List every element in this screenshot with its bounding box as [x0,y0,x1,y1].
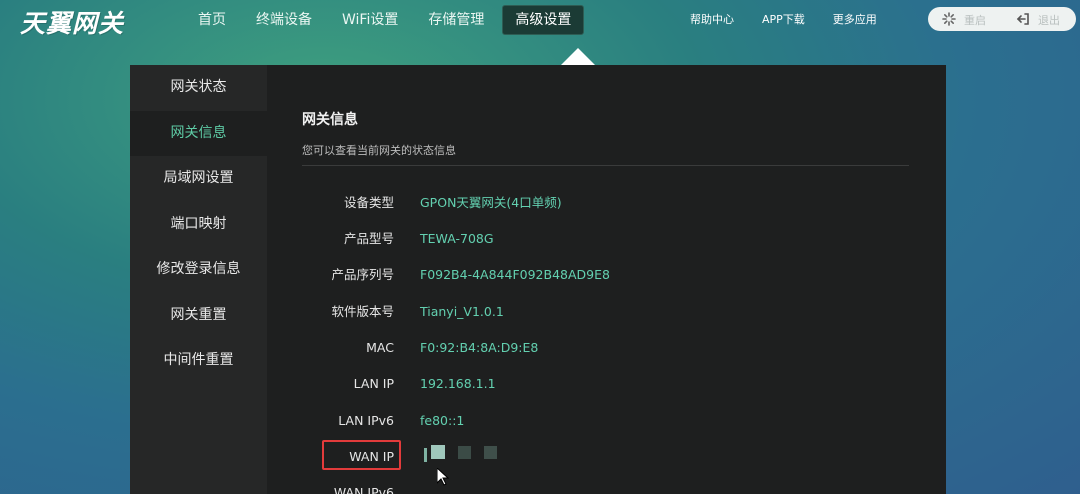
page-subtitle: 您可以查看当前网关的状态信息 [302,144,456,157]
nav-item-home[interactable]: 首页 [186,6,238,34]
sidebar-item-gateway-reset[interactable]: 网关重置 [130,293,267,339]
gateway-info-content: 网关信息 您可以查看当前网关的状态信息 设备类型 GPON天翼网关(4口单频) … [302,65,910,494]
main-nav: 首页 终端设备 WiFi设置 存储管理 高级设置 [186,5,590,35]
wan-ip-highlight-box [322,440,401,470]
page-title: 网关信息 [302,112,358,128]
redaction-block [431,445,445,459]
logout-label: 退出 [1038,14,1060,27]
header-links: 帮助中心 APP下载 更多应用 [690,11,905,27]
info-value: 192.168.1.1 [420,376,496,391]
nav-item-wifi[interactable]: WiFi设置 [330,6,410,34]
info-value: GPON天翼网关(4口单频) [420,195,562,210]
help-center-link[interactable]: 帮助中心 [690,11,734,27]
more-apps-link[interactable]: 更多应用 [833,11,877,27]
active-tab-pointer [561,48,595,65]
info-row-lan-ip: LAN IP 192.168.1.1 [302,374,910,394]
sidebar-item-port-mapping[interactable]: 端口映射 [130,202,267,248]
info-row-model: 产品型号 TEWA-708G [302,229,910,249]
info-row-lan-ipv6: LAN IPv6 fe80::1 [302,411,910,431]
info-label: 产品序列号 [331,267,394,282]
info-value: fe80::1 [420,413,465,428]
info-value: F092B4-4A844F092B48AD9E8 [420,267,610,282]
sidebar-item-gateway-info[interactable]: 网关信息 [130,110,267,156]
info-row-device-type: 设备类型 GPON天翼网关(4口单频) [302,193,910,213]
info-label: 设备类型 [343,195,394,210]
sidebar-item-middleware-reset[interactable]: 中间件重置 [130,338,267,384]
info-label: LAN IPv6 [338,413,394,428]
info-value: TEWA-708G [420,231,494,246]
restart-button[interactable]: 重启 [942,12,986,30]
info-row-serial: 产品序列号 F092B4-4A844F092B48AD9E8 [302,265,910,285]
info-label: 产品型号 [343,231,394,246]
mouse-pointer-icon [436,466,450,490]
sidebar-item-lan-settings[interactable]: 局域网设置 [130,156,267,202]
sidebar-item-gateway-status[interactable]: 网关状态 [130,65,267,111]
top-navigation-bar: 天翼网关 首页 终端设备 WiFi设置 存储管理 高级设置 帮助中心 APP下载… [0,0,1080,44]
divider [302,165,909,166]
info-label: MAC [366,340,394,355]
nav-item-storage[interactable]: 存储管理 [416,6,496,34]
redaction-block [424,448,427,462]
app-download-link[interactable]: APP下载 [762,11,805,27]
logout-icon [1016,12,1030,30]
restart-label: 重启 [964,14,986,27]
info-row-software-version: 软件版本号 Tianyi_V1.0.1 [302,302,910,322]
nav-item-devices[interactable]: 终端设备 [244,6,324,34]
info-label: 软件版本号 [331,304,394,319]
user-actions: 重启 退出 [928,7,1076,31]
brand-logo[interactable]: 天翼网关 [20,4,124,40]
spinner-icon [942,12,956,30]
nav-item-advanced-settings[interactable]: 高级设置 [502,5,585,35]
redaction-block [458,446,471,459]
redaction-block [484,446,497,459]
info-value: F0:92:B4:8A:D9:E8 [420,340,539,355]
info-label: WAN IPv6 [333,485,394,494]
info-row-mac: MAC F0:92:B4:8A:D9:E8 [302,338,910,358]
info-value: Tianyi_V1.0.1 [420,304,504,319]
settings-panel: 网关状态 网关信息 局域网设置 端口映射 修改登录信息 网关重置 中间件重置 网… [130,65,946,494]
logout-button[interactable]: 退出 [1016,12,1060,30]
info-label: LAN IP [353,376,394,391]
sidebar: 网关状态 网关信息 局域网设置 端口映射 修改登录信息 网关重置 中间件重置 [130,65,267,494]
info-row-wan-ipv6: WAN IPv6 [302,483,910,494]
sidebar-item-login-info[interactable]: 修改登录信息 [130,247,267,293]
